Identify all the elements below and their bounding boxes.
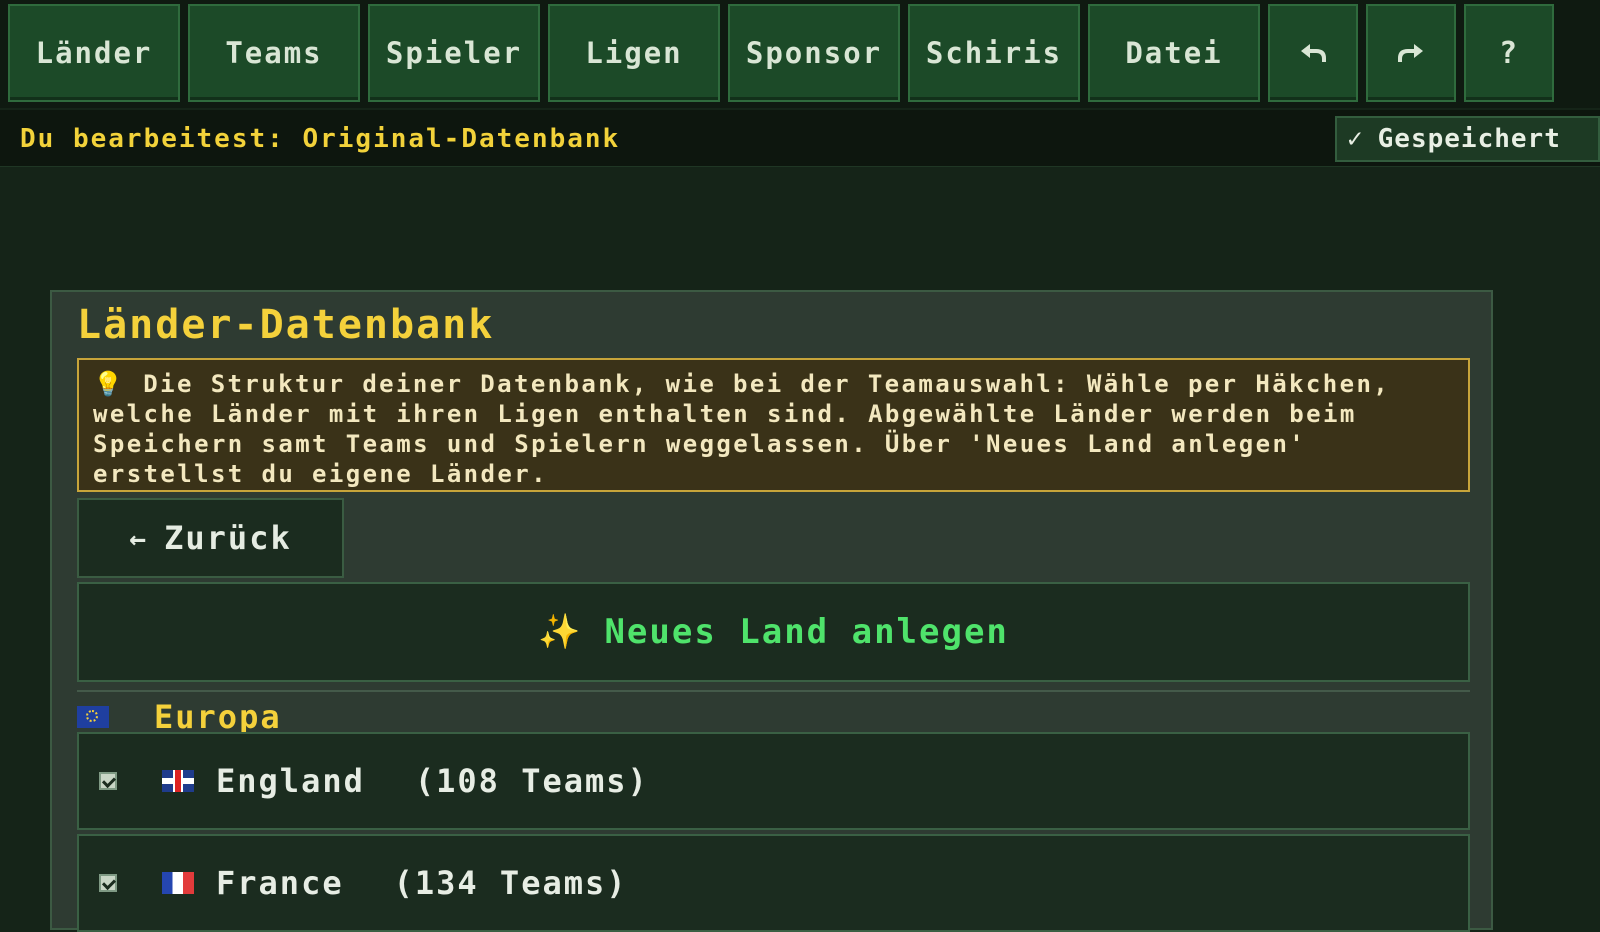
undo-icon	[1301, 44, 1326, 62]
saved-status-label: Gespeichert	[1377, 124, 1561, 154]
nav-laender-button[interactable]: Länder	[8, 4, 180, 102]
nav-spieler-button[interactable]: Spieler	[368, 4, 540, 102]
back-button-label: Zurück	[164, 519, 292, 557]
country-team-count: (108 Teams)	[414, 762, 649, 800]
uk-flag-icon	[162, 770, 194, 792]
sparkles-icon: ✨	[538, 612, 583, 652]
redo-icon	[1398, 44, 1423, 62]
info-hint-box: 💡 Die Struktur deiner Datenbank, wie bei …	[77, 358, 1470, 492]
page-title: Länder-Datenbank	[77, 302, 495, 348]
undo-button[interactable]	[1268, 4, 1358, 102]
nav-datei-button[interactable]: Datei	[1088, 4, 1260, 102]
france-flag-icon	[162, 872, 194, 894]
back-button[interactable]: ← Zurück	[77, 498, 344, 578]
country-row-france[interactable]: France (134 Teams)	[77, 834, 1470, 932]
nav-teams-button[interactable]: Teams	[188, 4, 360, 102]
info-hint-text: Die Struktur deiner Datenbank, wie bei d…	[93, 370, 1391, 488]
countries-database-panel: Länder-Datenbank 💡 Die Struktur deiner Da…	[50, 290, 1493, 932]
nav-sponsor-button[interactable]: Sponsor	[728, 4, 900, 102]
new-country-label: Neues Land anlegen	[604, 612, 1009, 652]
status-bar: Du bearbeitest: Original-Datenbank ✓ Ges…	[0, 110, 1600, 167]
country-name: England	[216, 762, 365, 800]
top-navigation: Länder Teams Spieler Ligen Sponsor Schir…	[0, 0, 1600, 108]
eu-flag-icon	[77, 706, 109, 728]
lightbulb-icon: 💡	[93, 370, 126, 398]
checkmark-icon: ✓	[1347, 124, 1364, 154]
nav-schiris-button[interactable]: Schiris	[908, 4, 1080, 102]
saved-status-badge: ✓ Gespeichert	[1335, 116, 1600, 162]
help-button[interactable]: ?	[1464, 4, 1554, 102]
country-checkbox[interactable]	[99, 874, 117, 892]
country-name: France	[216, 864, 344, 902]
country-team-count: (134 Teams)	[393, 864, 628, 902]
country-checkbox[interactable]	[99, 772, 117, 790]
region-label: Europa	[154, 698, 282, 736]
arrow-left-icon: ←	[129, 521, 149, 555]
nav-ligen-button[interactable]: Ligen	[548, 4, 720, 102]
country-row-england[interactable]: England (108 Teams)	[77, 732, 1470, 830]
redo-button[interactable]	[1366, 4, 1456, 102]
new-country-button[interactable]: ✨ Neues Land anlegen	[77, 582, 1470, 682]
section-divider	[77, 690, 1470, 692]
editing-database-label: Du bearbeitest: Original-Datenbank	[20, 124, 621, 154]
